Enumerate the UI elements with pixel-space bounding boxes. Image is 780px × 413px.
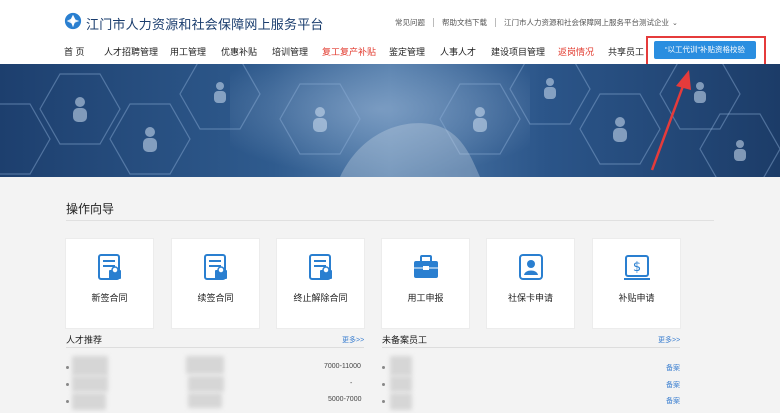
card-label: 社保卡申请 [507,293,553,303]
nav-personnel[interactable]: 人事人才 [440,45,476,58]
money-icon: $ [624,255,650,280]
blurred-name [72,356,108,376]
svg-text:$: $ [633,260,641,275]
nav-shared-staff[interactable]: 共享员工 [608,45,644,58]
talent-row-salary: - [350,380,353,387]
unfiled-more-link[interactable]: 更多>> [658,335,680,345]
list-bullet [66,366,69,369]
card-social-security-card[interactable]: 社保卡申请 [486,238,575,329]
guide-title: 操作向导 [66,202,115,216]
site-logo-icon [64,12,82,30]
blurred-name [390,376,412,392]
divider [433,18,434,27]
file-record-link[interactable]: 备案 [666,380,680,390]
list-bullet [66,383,69,386]
card-renew-contract[interactable]: 续签合同 [171,238,260,329]
site-title[interactable]: 江门市人力资源和社会保障网上服务平台 [86,14,324,33]
blurred-name [390,356,412,376]
talent-more-link[interactable]: 更多>> [342,335,364,345]
blurred-name [72,393,106,410]
faq-link[interactable]: 常见问题 [395,17,425,28]
contract-icon [98,254,121,280]
nav-subsidy[interactable]: 优惠补贴 [221,45,257,58]
nav-construction[interactable]: 建设项目管理 [491,45,545,58]
card-label: 用工申报 [407,293,444,303]
blurred-name [390,393,412,410]
annotation-highlight-box [646,36,766,66]
card-label: 新签合同 [91,293,128,303]
card-label: 终止解除合同 [293,293,348,303]
hexagon-pattern [0,64,780,177]
id-card-icon [519,254,543,280]
briefcase-icon [414,255,438,278]
org-name: 江门市人力资源和社会保障网上服务平台测试企业 [504,18,669,27]
divider [495,18,496,27]
blurred-position [186,356,224,374]
card-terminate-contract[interactable]: 终止解除合同 [276,238,365,329]
list-bullet [66,400,69,403]
contract-renew-icon [204,254,227,280]
divider [66,220,714,221]
nav-employment[interactable]: 用工管理 [170,45,206,58]
talent-list-title: 人才推荐 [66,335,103,345]
nav-appraisal[interactable]: 鉴定管理 [389,45,425,58]
nav-return-status[interactable]: 返岗情况 [558,45,594,58]
card-new-contract[interactable]: 新签合同 [65,238,154,329]
blurred-position [188,393,222,408]
file-record-link[interactable]: 备案 [666,396,680,406]
card-subsidy-application[interactable]: $ 补贴申请 [592,238,681,329]
list-bullet [382,366,385,369]
nav-home[interactable]: 首 页 [64,45,85,58]
top-links: 常见问题 帮助文档下载 江门市人力资源和社会保障网上服务平台测试企业 ⌄ [395,17,678,28]
card-label: 补贴申请 [618,293,655,303]
unfiled-list-title: 未备案员工 [382,335,428,345]
hero-banner [0,64,780,177]
divider [66,347,364,348]
divider [382,347,680,348]
file-record-link[interactable]: 备案 [666,363,680,373]
chevron-down-icon: ⌄ [672,20,678,27]
nav-recruitment[interactable]: 人才招聘管理 [104,45,158,58]
talent-row-salary: 5000-7000 [328,396,362,403]
list-bullet [382,383,385,386]
nav-resumption-subsidy[interactable]: 复工复产补贴 [322,45,376,58]
help-download-link[interactable]: 帮助文档下载 [442,17,487,28]
list-bullet [382,400,385,403]
contract-terminate-icon [309,254,332,280]
blurred-position [188,376,224,392]
talent-row-salary: 7000-11000 [324,363,361,370]
org-switcher[interactable]: 江门市人力资源和社会保障网上服务平台测试企业 ⌄ [504,17,678,28]
blurred-name [72,376,108,392]
card-label: 续签合同 [197,293,234,303]
nav-training[interactable]: 培训管理 [272,45,308,58]
card-employment-report[interactable]: 用工申报 [381,238,470,329]
